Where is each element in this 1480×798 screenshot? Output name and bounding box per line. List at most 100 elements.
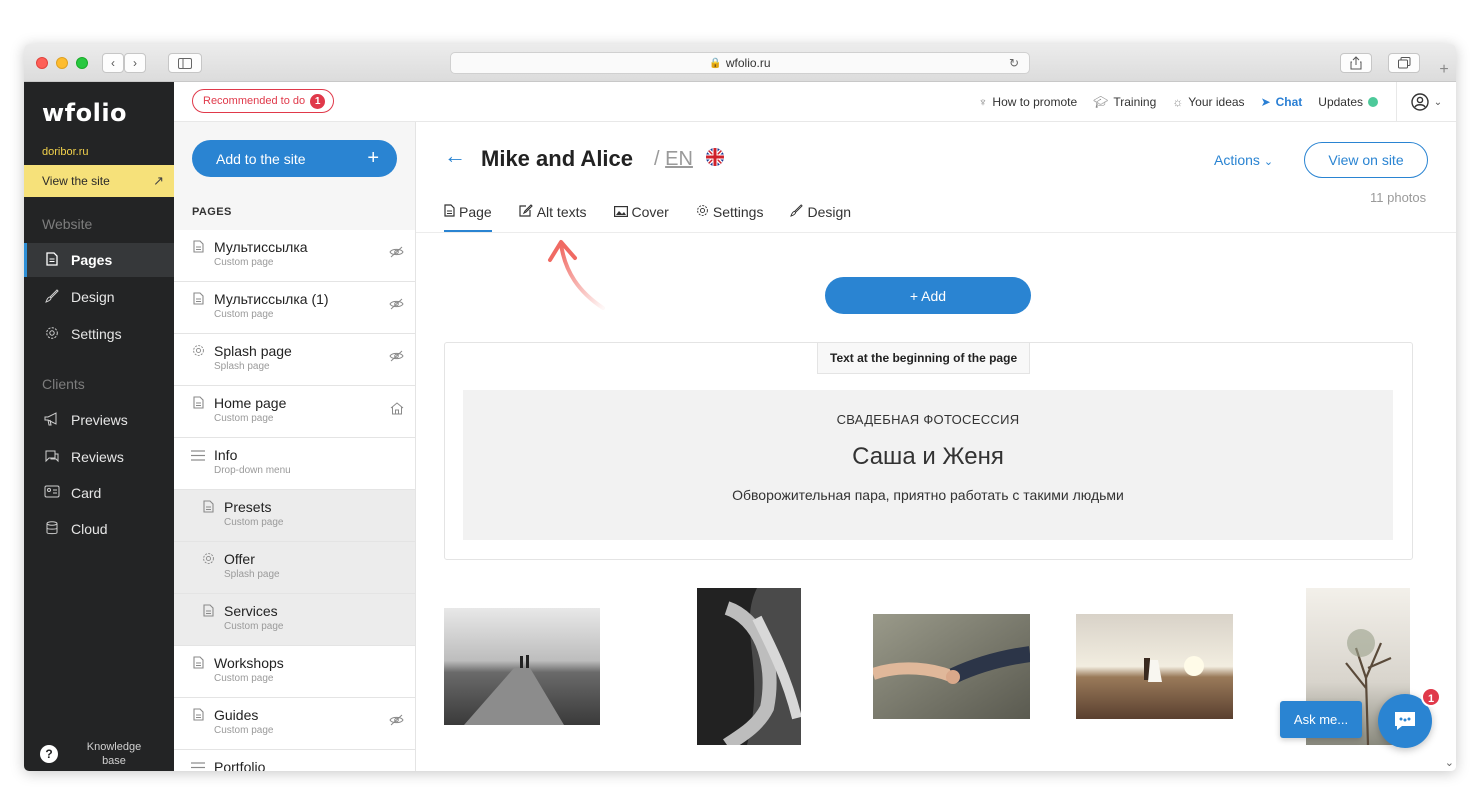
page-item-title: Мультиссылка (1) bbox=[214, 291, 329, 307]
sidebar-item-pages[interactable]: Pages bbox=[24, 243, 174, 277]
tab-label: Page bbox=[459, 204, 492, 220]
menu-icon bbox=[190, 448, 206, 464]
your-ideas-link[interactable]: ☼ Your ideas bbox=[1172, 95, 1244, 109]
training-link[interactable]: 🎓︎ Training bbox=[1093, 95, 1156, 109]
page-list-item[interactable]: Workshops Custom page bbox=[174, 646, 415, 698]
photo-thumbnail[interactable] bbox=[697, 588, 801, 745]
updates-label: Updates bbox=[1318, 95, 1363, 109]
tab-alt-texts[interactable]: Alt texts bbox=[519, 198, 587, 226]
page-list-item[interactable]: Presets Custom page bbox=[174, 490, 415, 542]
brand-logo[interactable]: wfolio bbox=[42, 99, 127, 127]
recommended-button[interactable]: Recommended to do 1 bbox=[192, 89, 335, 113]
close-window-button[interactable] bbox=[36, 57, 48, 69]
training-label: Training bbox=[1113, 95, 1157, 109]
sidebar-item-cloud[interactable]: Cloud bbox=[24, 512, 174, 546]
page-item-title: Workshops bbox=[214, 655, 284, 671]
page-item-title: Info bbox=[214, 447, 238, 463]
minimize-window-button[interactable] bbox=[56, 57, 68, 69]
sidebar-toggle-button[interactable] bbox=[168, 53, 202, 73]
address-bar[interactable]: 🔒 wfolio.ru ↻ bbox=[450, 52, 1030, 74]
photo-thumbnail[interactable] bbox=[873, 614, 1030, 719]
how-to-promote-link[interactable]: ♆ How to promote bbox=[978, 95, 1077, 109]
page-item-title: Offer bbox=[224, 551, 255, 567]
photo-thumbnail[interactable] bbox=[444, 608, 600, 725]
tab-settings[interactable]: Settings bbox=[696, 198, 763, 226]
tabs-overview-button[interactable] bbox=[1388, 53, 1420, 73]
photo-thumbnail[interactable] bbox=[1076, 614, 1233, 719]
browser-forward-button[interactable]: › bbox=[124, 53, 146, 73]
gear-icon bbox=[200, 552, 216, 568]
sidebar-item-label: Settings bbox=[71, 326, 122, 342]
page-list-item[interactable]: Мультиссылка (1) Custom page bbox=[174, 282, 415, 334]
reload-icon[interactable]: ↻ bbox=[1009, 56, 1019, 70]
home-icon[interactable] bbox=[390, 402, 404, 418]
page-item-subtitle: Splash page bbox=[224, 569, 280, 580]
page-list-item[interactable]: Guides Custom page bbox=[174, 698, 415, 750]
tab-page[interactable]: Page bbox=[444, 198, 492, 232]
your-ideas-label: Your ideas bbox=[1188, 95, 1245, 109]
maximize-window-button[interactable] bbox=[76, 57, 88, 69]
page-list-item[interactable]: Offer Splash page bbox=[174, 542, 415, 594]
add-to-site-button[interactable]: Add to the site + bbox=[192, 140, 397, 177]
chat-link[interactable]: ➤ Chat bbox=[1261, 95, 1303, 109]
page-icon bbox=[200, 604, 216, 620]
external-link-icon: ↗ bbox=[153, 173, 164, 188]
user-menu-button[interactable]: ⌄ bbox=[1396, 82, 1456, 122]
question-icon: ? bbox=[40, 745, 58, 763]
share-button[interactable] bbox=[1340, 53, 1372, 73]
tab-label: Design bbox=[807, 204, 852, 220]
sidebar-item-label: Card bbox=[71, 485, 102, 501]
top-links: ♆ How to promote 🎓︎ Training ☼ Your ideas ➤… bbox=[962, 82, 1456, 122]
page-item-subtitle: Splash page bbox=[214, 361, 270, 372]
plus-icon: + bbox=[367, 147, 379, 169]
main-content: ← Mike and Alice / EN Actions ⌄ View on … bbox=[416, 122, 1456, 771]
hidden-icon[interactable] bbox=[389, 714, 404, 729]
page-item-subtitle: Custom page bbox=[214, 413, 274, 424]
new-tab-button[interactable]: + bbox=[1432, 58, 1456, 82]
sidebar-item-card[interactable]: Card bbox=[24, 476, 174, 510]
page-list-item[interactable]: Info Drop-down menu bbox=[174, 438, 415, 490]
updates-status-dot bbox=[1368, 97, 1378, 107]
page-list-item[interactable]: Portfolio bbox=[174, 750, 415, 771]
section-label-website: Website bbox=[42, 216, 93, 232]
text-block-content[interactable]: СВАДЕБНАЯ ФОТОСЕССИЯ Саша и Женя Обворож… bbox=[463, 390, 1393, 540]
sidebar-item-previews[interactable]: Previews bbox=[24, 403, 174, 437]
sidebar-item-settings[interactable]: Settings bbox=[24, 317, 174, 351]
add-block-button[interactable]: + Add bbox=[825, 277, 1031, 314]
page-list-item[interactable]: Мультиссылка Custom page bbox=[174, 230, 415, 282]
hidden-icon[interactable] bbox=[389, 298, 404, 313]
tab-cover[interactable]: Cover bbox=[613, 198, 669, 226]
page-icon bbox=[190, 656, 206, 672]
sprout-icon: ♆ bbox=[978, 95, 988, 109]
actions-label: Actions bbox=[1214, 152, 1260, 168]
actions-dropdown[interactable]: Actions ⌄ bbox=[1214, 152, 1273, 168]
graduation-cap-icon: 🎓︎ bbox=[1093, 95, 1109, 109]
browser-back-button[interactable]: ‹ bbox=[102, 53, 124, 73]
view-on-site-button[interactable]: View on site bbox=[1304, 142, 1428, 178]
hidden-icon[interactable] bbox=[389, 246, 404, 261]
back-arrow-icon[interactable]: ← bbox=[444, 143, 466, 169]
page-item-subtitle: Custom page bbox=[214, 309, 274, 320]
tab-design[interactable]: Design bbox=[790, 198, 851, 226]
chat-icon bbox=[44, 449, 60, 466]
text-block[interactable]: Text at the beginning of the page СВАДЕБ… bbox=[444, 342, 1413, 560]
hidden-icon[interactable] bbox=[389, 350, 404, 365]
page-list-item[interactable]: Services Custom page bbox=[174, 594, 415, 646]
page-item-title: Presets bbox=[224, 499, 272, 515]
page-list-item[interactable]: Home page Custom page bbox=[174, 386, 415, 438]
page-list-item[interactable]: Splash page Splash page bbox=[174, 334, 415, 386]
ask-me-button[interactable]: Ask me... bbox=[1280, 701, 1362, 738]
language-code: EN bbox=[665, 148, 693, 170]
knowledge-base-link[interactable]: ? Knowledge base bbox=[24, 737, 174, 771]
top-bar: Recommended to do 1 ♆ How to promote 🎓︎ Tr… bbox=[174, 82, 1456, 122]
updates-link[interactable]: Updates bbox=[1318, 95, 1378, 109]
sidebar-item-reviews[interactable]: Reviews bbox=[24, 440, 174, 474]
view-site-link[interactable]: View the site ↗ bbox=[24, 165, 174, 197]
scroll-down-icon[interactable]: ⌄ bbox=[1445, 756, 1454, 769]
site-domain: doribor.ru bbox=[42, 146, 89, 158]
lightbulb-icon: ☼ bbox=[1172, 95, 1184, 109]
language-switch[interactable]: / EN bbox=[654, 148, 693, 171]
view-site-label: View the site bbox=[42, 174, 110, 188]
sidebar-item-design[interactable]: Design bbox=[24, 280, 174, 314]
page-icon bbox=[444, 204, 455, 220]
